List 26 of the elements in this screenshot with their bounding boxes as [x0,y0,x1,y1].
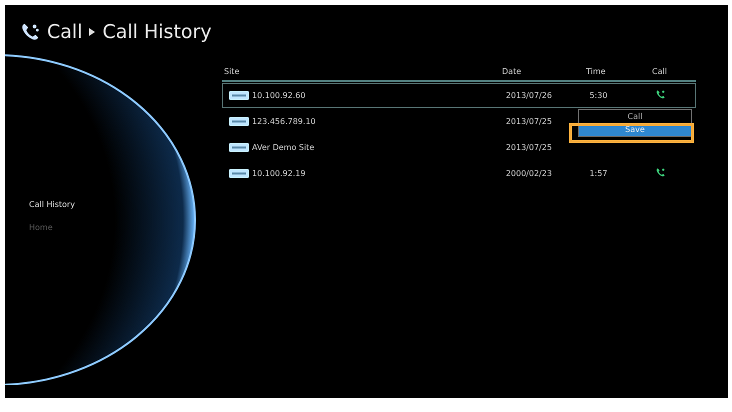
call-time: 5:30 [589,91,608,100]
sidebar-item[interactable]: Call History [29,200,210,209]
phone-icon [655,89,666,100]
endpoint-badge-icon [229,117,249,126]
endpoint-badge-icon [229,91,249,100]
call-time: 1:57 [589,169,608,178]
breadcrumb-arrow-icon [88,27,96,37]
column-header: Time [586,67,607,76]
call-date: 2000/02/23 [506,169,553,178]
call-date: 2013/07/26 [506,91,553,100]
phone-icon [655,167,666,178]
page-title: Call History [102,21,212,43]
column-header: Date [502,67,522,76]
site-name: 10.100.92.60 [252,91,306,100]
breadcrumb-item: Call [47,21,82,43]
call-date: 2013/07/25 [506,143,553,152]
menu-item[interactable]: Call [579,110,691,123]
endpoint-badge-icon [229,143,249,152]
column-header: Call [652,67,668,76]
call-date: 2013/07/25 [506,117,553,126]
site-name: 123.456.789.10 [252,117,316,126]
site-name: 10.100.92.19 [252,169,306,178]
selected-row[interactable]: 10.100.92.60 2013/07/26 5:30 [222,83,696,108]
site-name: AVer Demo Site [252,143,314,152]
endpoint-badge-icon [229,169,249,178]
column-header: Site [223,67,240,76]
